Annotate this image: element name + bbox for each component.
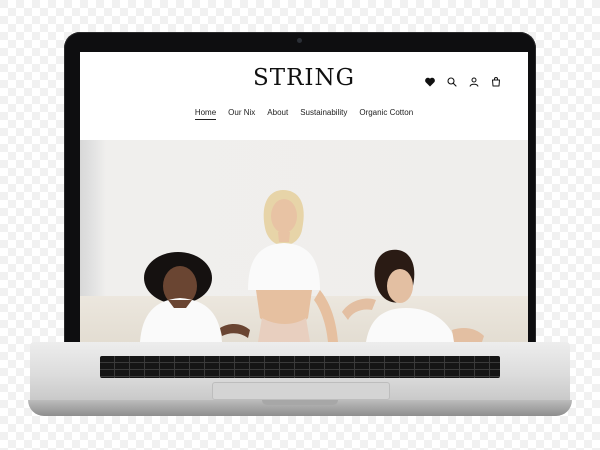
nav-home[interactable]: Home [194,108,217,120]
website-screen: STRING Home Our Nix About Sustainability… [80,52,528,342]
nav-our-nix[interactable]: Our Nix [228,108,255,120]
nav-organic-cotton[interactable]: Organic Cotton [359,108,413,120]
keyboard [100,356,500,378]
model-left [140,252,250,342]
model-right [342,249,484,342]
webcam [297,38,302,43]
nav-about[interactable]: About [267,108,288,120]
main-nav: Home Our Nix About Sustainability Organi… [80,108,528,120]
search-icon[interactable] [446,76,458,88]
site-header: STRING Home Our Nix About Sustainability… [80,52,528,140]
lid-notch [262,400,338,405]
model-center [248,190,338,342]
hero-models-illustration [140,190,484,342]
header-icons [424,76,502,88]
laptop-mockup: STRING Home Our Nix About Sustainability… [0,0,600,450]
account-icon[interactable] [468,76,480,88]
trackpad [212,382,390,400]
nav-sustainability[interactable]: Sustainability [300,108,347,120]
heart-icon[interactable] [424,76,436,88]
hero-image [80,140,528,342]
cart-icon[interactable] [490,76,502,88]
